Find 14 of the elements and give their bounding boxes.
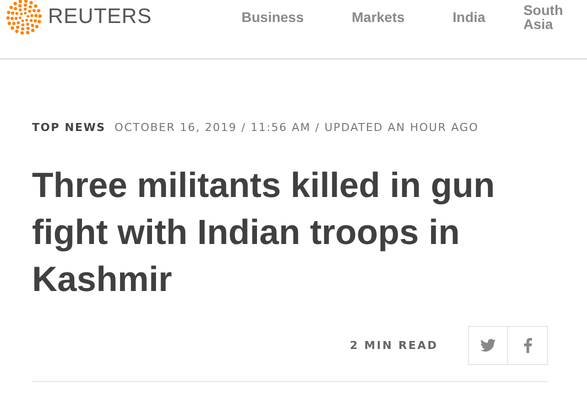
logo-icon — [6, 0, 42, 35]
nav-link[interactable]: Business — [228, 10, 318, 24]
headline: Three militants killed in gun fight with Indian troops in Kashmir — [32, 165, 496, 301]
nav-link[interactable]: Markets — [338, 10, 419, 24]
section-label[interactable]: TOP NEWS — [32, 121, 106, 134]
dateline: OCTOBER 16, 2019 / 11:56 AM / UPDATED AN HOUR AGO — [114, 121, 479, 134]
bird-icon — [480, 339, 496, 352]
share-button[interactable] — [468, 326, 508, 365]
share-button[interactable] — [508, 326, 548, 365]
facebook-icon — [524, 338, 532, 353]
read-time: 2 MIN READ — [350, 339, 438, 352]
brand-name[interactable]: REUTERS — [48, 5, 152, 29]
nav-link[interactable]: South Asia — [509, 3, 577, 31]
nav-link[interactable]: India — [438, 10, 500, 24]
